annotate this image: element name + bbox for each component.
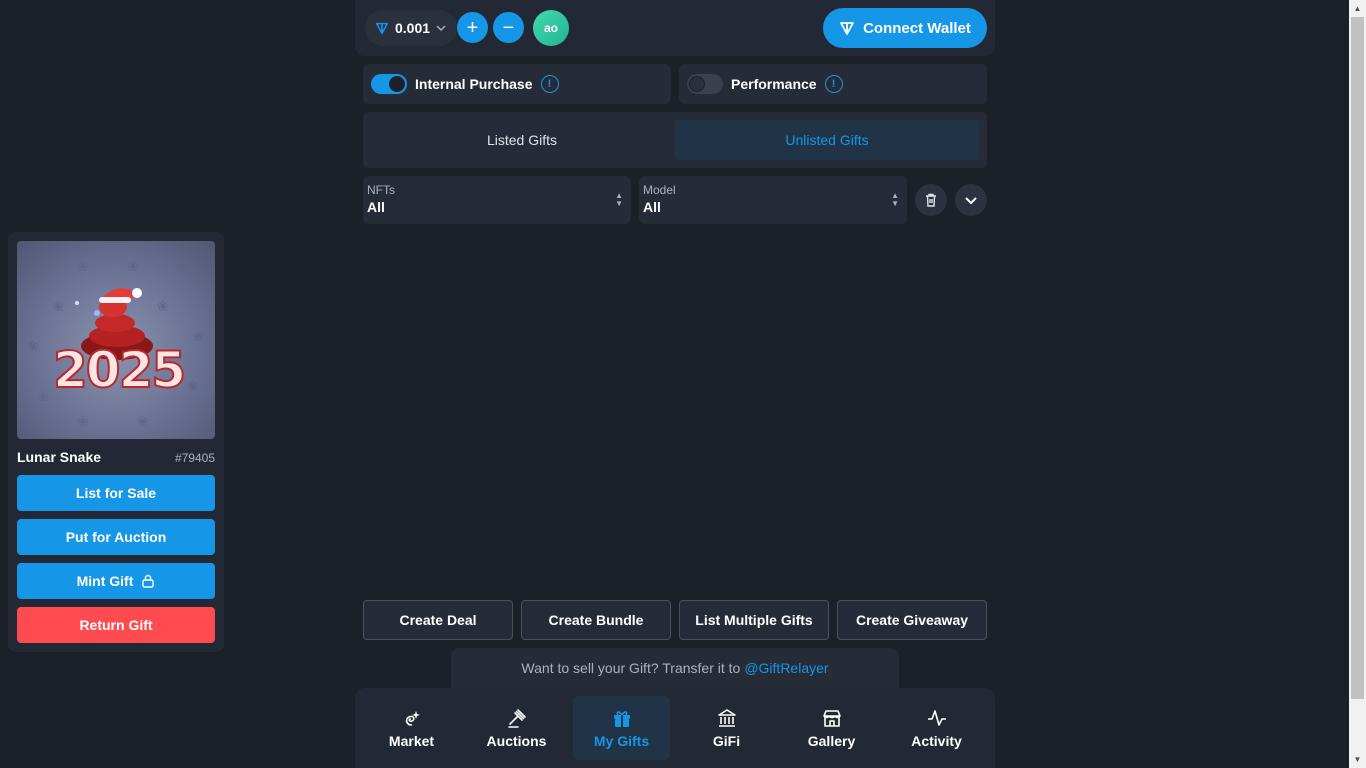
market-icon bbox=[405, 711, 420, 726]
activity-icon bbox=[927, 710, 946, 726]
nav-market[interactable]: Market bbox=[363, 696, 460, 760]
nav-my-gifts-label: My Gifts bbox=[593, 733, 650, 749]
list-for-sale-label: List for Sale bbox=[75, 485, 157, 501]
sort-arrows-icon: ▲ ▼ bbox=[891, 191, 899, 208]
decrease-button[interactable]: − bbox=[493, 12, 524, 43]
chevron-down-icon bbox=[436, 25, 446, 32]
model-filter-select[interactable]: Model All ▲ ▼ bbox=[639, 176, 907, 224]
mint-gift-label: Mint Gift bbox=[76, 573, 134, 589]
nav-my-gifts[interactable]: My Gifts bbox=[573, 696, 670, 760]
svg-text:❀: ❀ bbox=[27, 339, 39, 355]
svg-text:❀: ❀ bbox=[29, 259, 41, 275]
gavel-icon bbox=[507, 709, 526, 728]
model-filter-value: All bbox=[643, 199, 661, 215]
trash-icon bbox=[926, 193, 936, 207]
put-for-auction-label: Put for Auction bbox=[65, 529, 167, 545]
performance-toggle-card: Performance ! bbox=[679, 64, 987, 104]
list-multiple-gifts-button[interactable]: List Multiple Gifts bbox=[679, 600, 829, 640]
nfts-filter-value: All bbox=[367, 199, 385, 215]
create-giveaway-button[interactable]: Create Giveaway bbox=[837, 600, 987, 640]
mint-gift-button[interactable]: Mint Gift bbox=[17, 563, 215, 599]
gift-list-tabs: Listed Gifts Unlisted Gifts bbox=[363, 112, 987, 168]
performance-label: Performance bbox=[731, 76, 817, 92]
store-icon bbox=[822, 710, 841, 727]
svg-text:❀: ❀ bbox=[77, 259, 89, 275]
return-gift-label: Return Gift bbox=[79, 617, 153, 633]
svg-text:❀: ❀ bbox=[177, 259, 189, 275]
svg-text:❀: ❀ bbox=[127, 259, 139, 275]
gift-image[interactable]: ❀ ❀ ❀ ❀ ❀ ❀ ❀ ❀ ❀ ❀ ❀ ❀ 2025 bbox=[17, 241, 215, 439]
nav-gifi-label: GiFi bbox=[712, 733, 741, 749]
minus-icon: − bbox=[502, 16, 515, 39]
nav-gifi[interactable]: GiFi bbox=[678, 696, 775, 760]
gift-icon bbox=[613, 711, 630, 727]
return-gift-button[interactable]: Return Gift bbox=[17, 607, 215, 643]
relay-text: Want to sell your Gift? Transfer it to bbox=[521, 660, 741, 676]
expand-filters-button[interactable] bbox=[955, 184, 987, 216]
svg-text:❀: ❀ bbox=[37, 389, 49, 405]
gift-relayer-link[interactable]: @GiftRelayer bbox=[744, 660, 828, 676]
tab-listed-gifts[interactable]: Listed Gifts bbox=[371, 120, 673, 160]
nfts-filter-label: NFTs bbox=[367, 183, 395, 197]
nav-auctions[interactable]: Auctions bbox=[468, 696, 565, 760]
bottom-navigation: Market Auctions My Gifts GiFi Gallery Ac… bbox=[355, 688, 995, 768]
performance-switch[interactable] bbox=[687, 74, 723, 94]
bank-icon bbox=[717, 709, 736, 727]
avatar-initials: ao bbox=[543, 21, 558, 35]
svg-text:❀: ❀ bbox=[137, 414, 149, 430]
ton-amount-selector[interactable]: 0.001 bbox=[365, 10, 457, 46]
nav-auctions-label: Auctions bbox=[486, 733, 547, 749]
svg-text:❀: ❀ bbox=[157, 299, 169, 315]
nav-activity-label: Activity bbox=[911, 733, 962, 749]
nav-market-label: Market bbox=[388, 733, 435, 749]
connect-wallet-button[interactable]: Connect Wallet bbox=[823, 8, 987, 48]
create-deal-button[interactable]: Create Deal bbox=[363, 600, 513, 640]
gift-name: Lunar Snake bbox=[17, 449, 102, 465]
sort-arrows-icon: ▲ ▼ bbox=[615, 191, 623, 208]
gift-number: #79405 bbox=[174, 451, 215, 465]
ton-icon bbox=[840, 22, 854, 35]
increase-button[interactable]: + bbox=[457, 12, 488, 43]
avatar[interactable]: ao bbox=[533, 10, 569, 46]
svg-text:❀: ❀ bbox=[192, 329, 204, 345]
svg-text:❀: ❀ bbox=[52, 299, 64, 315]
page-scrollbar[interactable]: ▲ ▼ bbox=[1349, 0, 1366, 768]
internal-purchase-switch[interactable] bbox=[371, 74, 407, 94]
nav-gallery[interactable]: Gallery bbox=[783, 696, 880, 760]
plus-icon: + bbox=[466, 16, 479, 39]
model-filter-label: Model bbox=[643, 183, 676, 197]
connect-wallet-label: Connect Wallet bbox=[863, 19, 971, 37]
put-for-auction-button[interactable]: Put for Auction bbox=[17, 519, 215, 555]
chevron-down-icon bbox=[965, 197, 977, 205]
scroll-up-icon[interactable]: ▲ bbox=[1349, 0, 1366, 17]
nfts-filter-select[interactable]: NFTs All ▲ ▼ bbox=[363, 176, 631, 224]
nav-activity[interactable]: Activity bbox=[888, 696, 985, 760]
ton-icon bbox=[375, 22, 389, 35]
gift-image-year: 2025 bbox=[52, 340, 187, 400]
list-for-sale-button[interactable]: List for Sale bbox=[17, 475, 215, 511]
internal-purchase-toggle-card: Internal Purchase ! bbox=[363, 64, 671, 104]
create-bundle-button[interactable]: Create Bundle bbox=[521, 600, 671, 640]
scrollbar-thumb[interactable] bbox=[1351, 17, 1364, 699]
scroll-down-icon[interactable]: ▼ bbox=[1349, 751, 1366, 768]
clear-filters-button[interactable] bbox=[915, 184, 947, 216]
tab-unlisted-gifts[interactable]: Unlisted Gifts bbox=[675, 120, 979, 160]
lock-icon bbox=[142, 574, 155, 588]
info-icon[interactable]: ! bbox=[540, 75, 559, 93]
svg-text:❀: ❀ bbox=[77, 414, 89, 430]
gift-relayer-notice: Want to sell your Gift? Transfer it to @… bbox=[451, 648, 899, 688]
ton-amount-value: 0.001 bbox=[395, 20, 431, 36]
nav-gallery-label: Gallery bbox=[807, 733, 856, 749]
svg-text:❀: ❀ bbox=[187, 379, 199, 395]
lunar-snake-illustration: ❀ ❀ ❀ ❀ ❀ ❀ ❀ ❀ ❀ ❀ ❀ ❀ bbox=[27, 259, 204, 430]
internal-purchase-label: Internal Purchase bbox=[415, 76, 533, 92]
info-icon[interactable]: ! bbox=[824, 75, 843, 93]
